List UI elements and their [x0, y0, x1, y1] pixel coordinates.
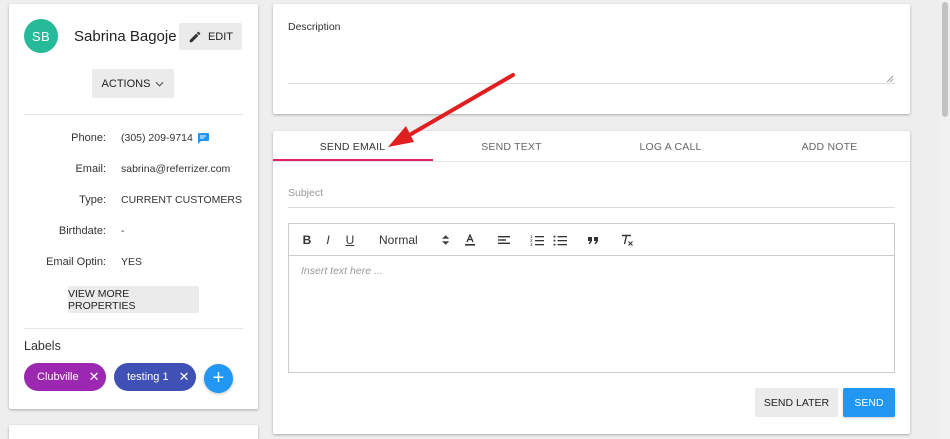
phone-number: (305) 209-9714 [121, 132, 193, 144]
divider [24, 114, 243, 115]
email-value: sabrina@referrizer.com [121, 163, 231, 175]
editor-toolbar: B I U Normal 1 2 3 [289, 224, 894, 256]
description-label: Description [288, 21, 341, 33]
font-color-button[interactable] [463, 232, 477, 248]
type-label: Type: [79, 194, 106, 206]
actions-button-label: ACTIONS [101, 77, 151, 90]
ordered-list-icon: 1 2 3 [530, 234, 544, 247]
remove-label-icon[interactable]: ✕ [179, 369, 190, 385]
scrollbar-thumb[interactable] [942, 2, 948, 117]
label-chip-testing[interactable]: testing 1 ✕ [114, 363, 196, 391]
composer-card: SEND EMAIL SEND TEXT LOG A CALL ADD NOTE… [273, 131, 910, 434]
label-chip-text: Clubville [37, 371, 79, 383]
divider [24, 328, 243, 329]
phone-label: Phone: [71, 132, 106, 144]
editor-body[interactable]: Insert text here ... [301, 265, 383, 277]
clear-format-icon [622, 234, 633, 246]
contact-name: Sabrina Bagoje [74, 28, 177, 45]
type-value: CURRENT CUSTOMERS [121, 194, 242, 206]
email-label: Email: [75, 163, 106, 175]
font-size-select[interactable]: Normal [379, 232, 449, 248]
label-chip-text: testing 1 [127, 371, 169, 383]
email-optin-value: YES [121, 256, 143, 268]
composer-tabs: SEND EMAIL SEND TEXT LOG A CALL ADD NOTE [273, 131, 910, 162]
actions-dropdown-button[interactable]: ACTIONS [92, 69, 174, 98]
labels-heading: Labels [24, 339, 61, 353]
bold-button[interactable]: B [301, 232, 313, 248]
birthdate-value: - [121, 225, 125, 237]
italic-button[interactable]: I [323, 232, 333, 248]
bullet-list-button[interactable] [553, 232, 567, 248]
svg-text:3: 3 [530, 242, 533, 247]
phone-value: (305) 209-9714 [121, 132, 209, 144]
send-button[interactable]: SEND [843, 388, 895, 417]
align-icon [498, 236, 510, 244]
select-arrows-icon [441, 235, 449, 245]
underline-button[interactable]: U [344, 232, 356, 248]
align-button[interactable] [497, 232, 511, 248]
view-more-properties-button[interactable]: VIEW MORE PROPERTIES [68, 286, 199, 313]
subject-input[interactable]: Subject [288, 187, 323, 199]
chevron-down-icon [155, 81, 164, 87]
avatar: SB [24, 19, 58, 53]
chat-icon[interactable] [197, 132, 209, 144]
birthdate-label: Birthdate: [58, 225, 106, 237]
rich-text-editor: B I U Normal 1 2 3 Insert text here ... [288, 223, 895, 373]
page-scrollbar[interactable] [940, 0, 950, 439]
blockquote-icon [588, 237, 598, 244]
ordered-list-button[interactable]: 1 2 3 [530, 232, 544, 248]
send-later-button[interactable]: SEND LATER [755, 388, 838, 417]
email-optin-label: Email Optin: [46, 256, 106, 268]
font-color-icon [465, 233, 475, 246]
subject-underline [288, 207, 895, 208]
tab-add-note[interactable]: ADD NOTE [750, 131, 909, 162]
blockquote-button[interactable] [586, 232, 600, 248]
resize-grip-icon[interactable] [886, 75, 894, 83]
edit-button-label: EDIT [207, 30, 234, 43]
secondary-card [9, 425, 258, 439]
clear-format-button[interactable] [620, 232, 634, 248]
annotation-arrow-icon [388, 73, 515, 147]
label-chip-clubville[interactable]: Clubville ✕ [24, 363, 106, 391]
edit-button[interactable]: EDIT [179, 23, 242, 50]
pencil-icon [189, 31, 201, 42]
bullet-list-icon [553, 235, 567, 246]
add-label-button[interactable]: + [204, 364, 233, 393]
contact-profile-card: SB Sabrina Bagoje EDIT ACTIONS Phone: (3… [9, 4, 258, 409]
font-size-value: Normal [379, 233, 418, 247]
remove-label-icon[interactable]: ✕ [89, 369, 100, 385]
active-tab-indicator [273, 159, 433, 161]
description-card: Description [273, 4, 910, 114]
tab-log-a-call[interactable]: LOG A CALL [591, 131, 750, 162]
